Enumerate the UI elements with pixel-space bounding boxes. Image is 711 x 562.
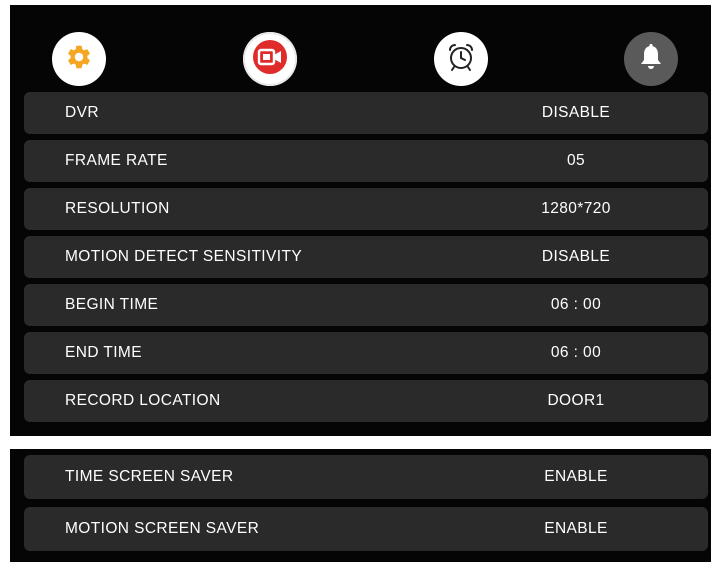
setting-label: DVR — [65, 104, 99, 121]
setting-row-frame-rate[interactable]: FRAME RATE 05 — [24, 140, 708, 182]
setting-row-time-screen-saver[interactable]: TIME SCREEN SAVER ENABLE — [24, 455, 708, 499]
tab-bar — [10, 5, 711, 91]
setting-label: FRAME RATE — [65, 152, 168, 169]
setting-label: END TIME — [65, 344, 142, 361]
setting-value: 06 : 00 — [550, 296, 602, 313]
setting-label: BEGIN TIME — [65, 296, 159, 313]
setting-row-dvr[interactable]: DVR DISABLE — [24, 92, 708, 134]
settings-list: DVR DISABLE FRAME RATE 05 RESOLUTION 128… — [24, 92, 708, 428]
setting-row-begin-time[interactable]: BEGIN TIME 06 : 00 — [24, 284, 708, 326]
tab-alarm[interactable] — [434, 32, 488, 86]
screen-saver-panel: TIME SCREEN SAVER ENABLE MOTION SCREEN S… — [10, 449, 711, 562]
tab-record[interactable] — [243, 32, 297, 86]
alarm-clock-icon — [445, 41, 477, 78]
setting-value: 1280*720 — [541, 200, 611, 217]
setting-value: 05 — [566, 152, 586, 169]
setting-label: MOTION DETECT SENSITIVITY — [65, 248, 303, 265]
record-settings-panel: DVR DISABLE FRAME RATE 05 RESOLUTION 128… — [10, 5, 711, 436]
setting-row-motion-screen-saver[interactable]: MOTION SCREEN SAVER ENABLE — [24, 507, 708, 551]
setting-row-motion-detect-sensitivity[interactable]: MOTION DETECT SENSITIVITY DISABLE — [24, 236, 708, 278]
setting-row-resolution[interactable]: RESOLUTION 1280*720 — [24, 188, 708, 230]
setting-label: TIME SCREEN SAVER — [65, 468, 234, 485]
setting-label: MOTION SCREEN SAVER — [65, 520, 260, 537]
setting-value: DISABLE — [541, 248, 611, 265]
gear-icon — [65, 43, 93, 76]
setting-value: ENABLE — [544, 520, 608, 537]
setting-value: 06 : 00 — [550, 344, 602, 361]
setting-row-end-time[interactable]: END TIME 06 : 00 — [24, 332, 708, 374]
setting-label: RECORD LOCATION — [65, 392, 221, 409]
setting-label: RESOLUTION — [65, 200, 170, 217]
video-camera-icon — [252, 39, 288, 80]
setting-value: DOOR1 — [547, 392, 605, 409]
setting-value: ENABLE — [544, 468, 608, 485]
bell-icon — [638, 43, 664, 76]
tab-settings[interactable] — [52, 32, 106, 86]
setting-value: DISABLE — [541, 104, 611, 121]
screen-saver-list: TIME SCREEN SAVER ENABLE MOTION SCREEN S… — [24, 455, 708, 559]
tab-bell[interactable] — [624, 32, 678, 86]
setting-row-record-location[interactable]: RECORD LOCATION DOOR1 — [24, 380, 708, 422]
